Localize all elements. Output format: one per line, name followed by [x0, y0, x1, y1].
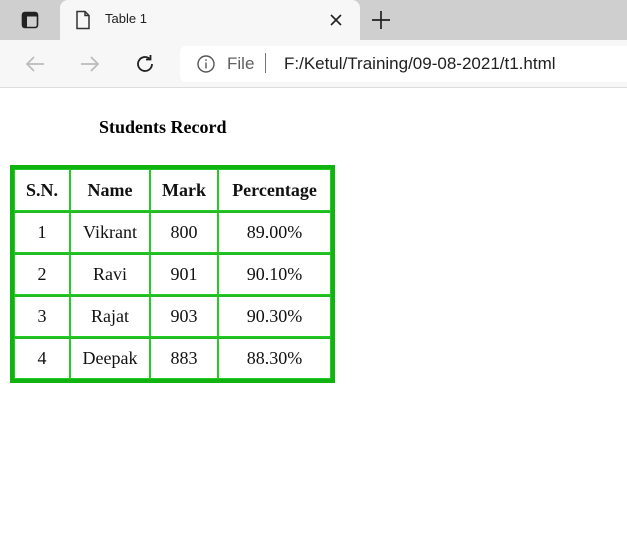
close-icon[interactable] — [328, 12, 344, 28]
cell-percentage: 89.00% — [218, 211, 331, 253]
table-row: 2 Ravi 901 90.10% — [14, 253, 331, 295]
cell-name: Ravi — [70, 253, 150, 295]
tab-strip: Table 1 — [0, 0, 627, 40]
plus-icon[interactable] — [370, 9, 392, 31]
cell-sn: 1 — [14, 211, 70, 253]
page-icon — [75, 10, 91, 35]
cell-name: Vikrant — [70, 211, 150, 253]
tab-actions-icon[interactable] — [10, 7, 50, 33]
address-bar[interactable]: File F:/Ketul/Training/09-08-2021/t1.htm… — [180, 46, 627, 82]
cell-sn: 2 — [14, 253, 70, 295]
cell-mark: 800 — [150, 211, 218, 253]
table-row: 3 Rajat 903 90.30% — [14, 295, 331, 337]
cell-sn: 4 — [14, 337, 70, 379]
column-header-name: Name — [70, 169, 150, 211]
table-row: 4 Deepak 883 88.30% — [14, 337, 331, 379]
url-text[interactable]: F:/Ketul/Training/09-08-2021/t1.html — [284, 54, 556, 74]
browser-toolbar: File F:/Ketul/Training/09-08-2021/t1.htm… — [0, 40, 627, 88]
table-row: 1 Vikrant 800 89.00% — [14, 211, 331, 253]
cell-name: Deepak — [70, 337, 150, 379]
cell-mark: 883 — [150, 337, 218, 379]
info-icon[interactable] — [196, 54, 216, 79]
cell-percentage: 88.30% — [218, 337, 331, 379]
tab-title: Table 1 — [105, 11, 147, 26]
table-header-row: S.N. Name Mark Percentage — [14, 169, 331, 211]
column-header-sn: S.N. — [14, 169, 70, 211]
reload-icon[interactable] — [133, 52, 157, 76]
cell-mark: 903 — [150, 295, 218, 337]
arrow-right-icon[interactable] — [78, 52, 102, 76]
tab-active[interactable]: Table 1 — [60, 0, 360, 40]
column-header-mark: Mark — [150, 169, 218, 211]
page-title: Students Record — [99, 117, 227, 137]
address-divider — [265, 53, 266, 73]
url-scheme-label: File — [227, 54, 255, 73]
cell-sn: 3 — [14, 295, 70, 337]
cell-percentage: 90.30% — [218, 295, 331, 337]
arrow-left-icon[interactable] — [23, 52, 47, 76]
students-table: S.N. Name Mark Percentage 1 Vikrant 800 … — [10, 165, 335, 383]
cell-name: Rajat — [70, 295, 150, 337]
cell-mark: 901 — [150, 253, 218, 295]
cell-percentage: 90.10% — [218, 253, 331, 295]
column-header-percentage: Percentage — [218, 169, 331, 211]
